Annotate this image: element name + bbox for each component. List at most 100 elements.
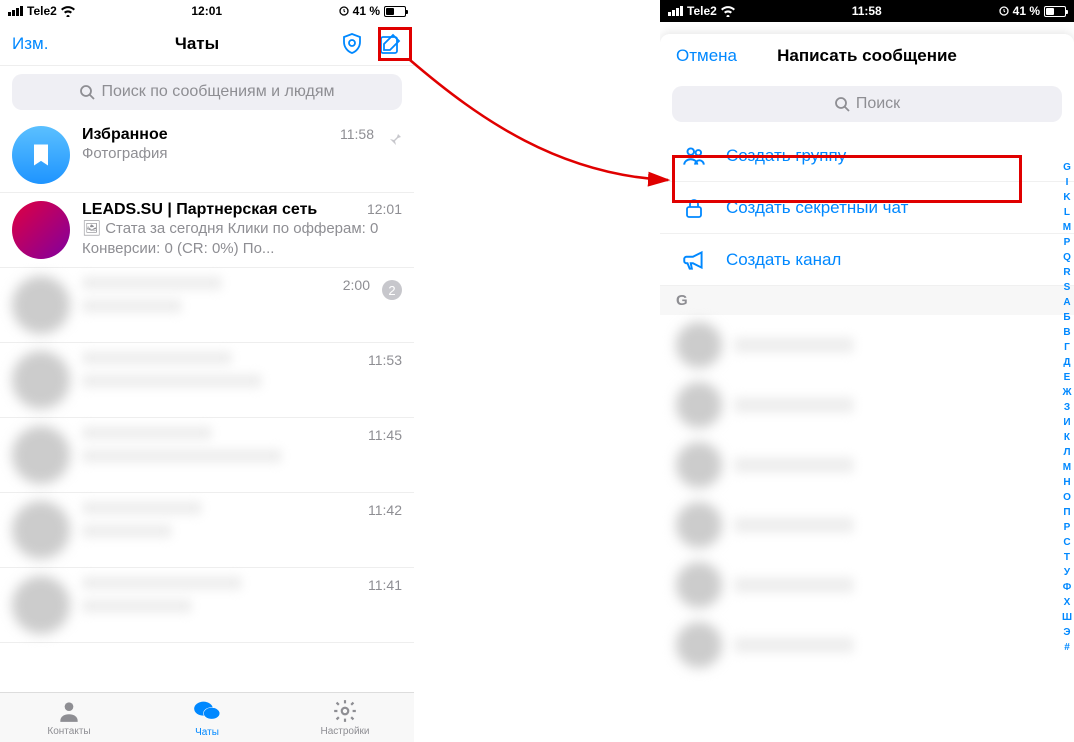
contact-name (734, 577, 854, 593)
modal-nav: Отмена Написать сообщение (660, 34, 1074, 78)
index-letter[interactable]: А (1062, 295, 1072, 310)
avatar (676, 442, 722, 488)
avatar (12, 351, 70, 409)
chat-preview: 🖼 Стата за сегодня Клики по офферам: 0 К… (82, 219, 402, 258)
carrier-label: Tele2 (27, 4, 57, 18)
index-letter[interactable]: И (1062, 415, 1072, 430)
index-letter[interactable]: K (1062, 190, 1072, 205)
lock-icon (680, 196, 708, 220)
avatar (676, 562, 722, 608)
chat-preview (82, 599, 192, 613)
chat-name (82, 351, 232, 365)
chats-nav: Изм. Чаты (0, 22, 414, 66)
index-letter[interactable]: Э (1062, 625, 1072, 640)
index-letter[interactable]: Ф (1062, 580, 1072, 595)
index-letter[interactable]: # (1062, 640, 1072, 655)
index-letter[interactable]: Б (1062, 310, 1072, 325)
search-bar[interactable]: Поиск по сообщениям и людям (12, 74, 402, 110)
tab-label: Чаты (195, 727, 219, 738)
chat-preview: Фотография (82, 144, 374, 164)
wifi-icon (61, 6, 75, 17)
index-letter[interactable]: К (1062, 430, 1072, 445)
lock-icon (339, 6, 349, 16)
index-letter[interactable]: Д (1062, 355, 1072, 370)
index-letter[interactable]: R (1062, 265, 1072, 280)
phone-right: Tele2 11:58 41 % Отмена Написать сообщен… (660, 0, 1074, 742)
index-letter[interactable]: S (1062, 280, 1072, 295)
contact-row[interactable] (660, 495, 1074, 555)
index-letter[interactable]: Г (1062, 340, 1072, 355)
index-letter[interactable]: L (1062, 205, 1072, 220)
compose-icon[interactable] (378, 32, 402, 56)
battery-icon (1044, 6, 1066, 17)
index-letter[interactable]: В (1062, 325, 1072, 340)
action-label: Создать группу (726, 146, 846, 166)
cancel-button[interactable]: Отмена (676, 46, 766, 66)
index-letter[interactable]: G (1062, 160, 1072, 175)
chat-row[interactable]: 2:00 2 (0, 268, 414, 343)
index-letter[interactable]: Н (1062, 475, 1072, 490)
chat-row[interactable]: 11:41 (0, 568, 414, 643)
index-letter[interactable]: Л (1062, 445, 1072, 460)
chat-row[interactable]: 11:53 (0, 343, 414, 418)
group-icon (680, 143, 708, 169)
index-letter[interactable]: Q (1062, 250, 1072, 265)
status-time: 12:01 (75, 4, 339, 18)
avatar (12, 201, 70, 259)
carrier-label: Tele2 (687, 4, 717, 18)
chat-row-favorites[interactable]: Избранное11:58 Фотография (0, 118, 414, 193)
index-letter[interactable]: M (1062, 220, 1072, 235)
index-letter[interactable]: Ш (1062, 610, 1072, 625)
alphabet-index[interactable]: GIKLMPQRSАБВГДЕЖЗИКЛМНОПРСТУФХШЭ# (1062, 160, 1072, 655)
tab-contacts[interactable]: Контакты (0, 693, 138, 742)
index-letter[interactable]: П (1062, 505, 1072, 520)
chat-time: 11:58 (340, 126, 374, 142)
section-header: G (660, 286, 1074, 315)
search-icon (834, 96, 850, 112)
person-icon (56, 698, 82, 724)
index-letter[interactable]: З (1062, 400, 1072, 415)
chat-row-leads[interactable]: LEADS.SU | Партнерская сеть 12:01 🖼 Стата… (0, 193, 414, 268)
search-bar[interactable]: Поиск (672, 86, 1062, 122)
chat-row[interactable]: 11:42 (0, 493, 414, 568)
action-new-channel[interactable]: Создать канал (660, 234, 1074, 286)
gap (414, 0, 660, 742)
index-letter[interactable]: Ж (1062, 385, 1072, 400)
index-letter[interactable]: I (1062, 175, 1072, 190)
avatar (12, 276, 70, 334)
contact-row[interactable] (660, 315, 1074, 375)
action-new-secret-chat[interactable]: Создать секретный чат (660, 182, 1074, 234)
chat-preview (82, 449, 282, 463)
index-letter[interactable]: М (1062, 460, 1072, 475)
index-letter[interactable]: Х (1062, 595, 1072, 610)
chat-name: LEADS.SU | Партнерская сеть (82, 201, 317, 219)
index-letter[interactable]: Т (1062, 550, 1072, 565)
chat-preview (82, 299, 182, 313)
index-letter[interactable]: О (1062, 490, 1072, 505)
unread-badge: 2 (382, 280, 402, 300)
tab-chats[interactable]: Чаты (138, 693, 276, 742)
index-letter[interactable]: У (1062, 565, 1072, 580)
contact-row[interactable] (660, 615, 1074, 675)
contact-row[interactable] (660, 555, 1074, 615)
chat-preview (82, 524, 172, 538)
contact-row[interactable] (660, 435, 1074, 495)
contact-name (734, 397, 854, 413)
contact-row[interactable] (660, 375, 1074, 435)
index-letter[interactable]: P (1062, 235, 1072, 250)
index-letter[interactable]: Р (1062, 520, 1072, 535)
edit-button[interactable]: Изм. (12, 34, 82, 54)
chat-list[interactable]: Избранное11:58 Фотография LEADS.SU | Пар… (0, 118, 414, 692)
chat-row[interactable]: 11:45 (0, 418, 414, 493)
shield-icon[interactable] (340, 32, 364, 56)
chat-time: 11:41 (368, 577, 402, 593)
contact-name (734, 517, 854, 533)
chat-name (82, 276, 222, 290)
action-label: Создать секретный чат (726, 198, 908, 218)
signal-icon (668, 6, 683, 16)
index-letter[interactable]: С (1062, 535, 1072, 550)
tab-settings[interactable]: Настройки (276, 693, 414, 742)
action-new-group[interactable]: Создать группу (660, 130, 1074, 182)
index-letter[interactable]: Е (1062, 370, 1072, 385)
chat-time: 12:01 (367, 201, 402, 217)
